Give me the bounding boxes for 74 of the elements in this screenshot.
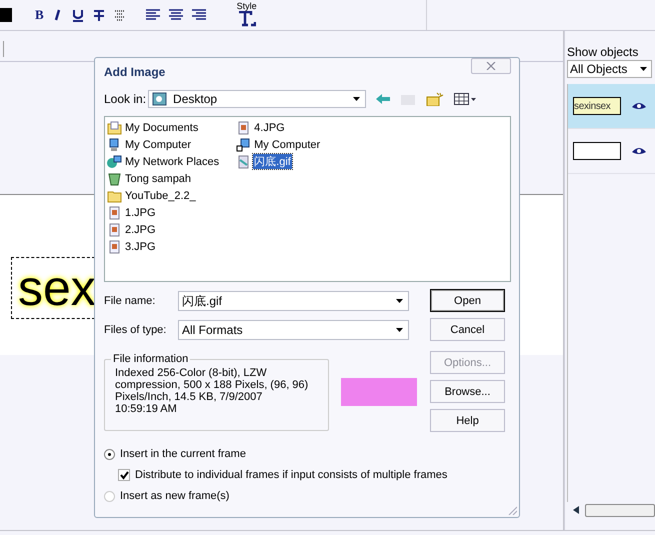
- computer-icon: [236, 138, 252, 152]
- desktop-icon: [152, 92, 168, 106]
- file-item[interactable]: 3.JPG: [107, 238, 220, 255]
- object-thumbnail: sexinsex: [573, 97, 621, 115]
- text-style-icon[interactable]: [238, 10, 256, 26]
- file-info-text: Pixels/Inch, 14.5 KB, 7/9/2007: [115, 391, 264, 403]
- color-swatch[interactable]: [0, 8, 12, 22]
- scroll-left-icon[interactable]: [573, 506, 579, 514]
- file-item[interactable]: My Network Places: [107, 153, 220, 170]
- file-item[interactable]: My Computer: [236, 136, 322, 153]
- file-item[interactable]: My Documents: [107, 119, 220, 136]
- folder-icon: [107, 188, 122, 202]
- bold-button[interactable]: B: [35, 8, 44, 22]
- option-label[interactable]: Insert in the current frame: [120, 448, 246, 460]
- file-item[interactable]: Tong sampah: [107, 170, 220, 187]
- image-file-icon: [107, 206, 122, 220]
- eye-icon[interactable]: [631, 101, 647, 111]
- dialog-button[interactable]: Help: [430, 409, 505, 432]
- file-information-label: File information: [112, 353, 190, 365]
- look-in-label: Look in:: [104, 92, 146, 106]
- option-label[interactable]: Insert as new frame(s): [120, 490, 230, 502]
- back-icon[interactable]: [376, 94, 390, 104]
- file-item[interactable]: My Computer: [107, 136, 220, 153]
- underline-icon[interactable]: [72, 8, 84, 22]
- image-file-icon: [107, 222, 122, 236]
- dialog-title: Add Image: [104, 65, 166, 79]
- image-file-icon: [236, 120, 252, 134]
- dialog-button[interactable]: Cancel: [430, 318, 505, 341]
- scrollbar-thumb[interactable]: [585, 504, 655, 516]
- file-info-text: Indexed 256-Color (8-bit), LZW: [115, 367, 268, 379]
- outline-text-icon[interactable]: [114, 9, 126, 21]
- recycle-bin-icon: [107, 172, 122, 186]
- file-type-label: Files of type:: [104, 324, 168, 336]
- folder-icon: [107, 120, 122, 134]
- file-info-text: 10:59:19 AM: [115, 403, 178, 415]
- italic-icon[interactable]: [52, 9, 63, 21]
- look-in-dropdown[interactable]: Desktop: [148, 90, 366, 108]
- align-left-icon[interactable]: [146, 9, 160, 21]
- checkbox[interactable]: [118, 469, 130, 481]
- file-type-dropdown[interactable]: All Formats: [178, 320, 409, 340]
- option-label[interactable]: Distribute to individual frames if input consists of multiple frames: [135, 469, 448, 481]
- align-center-icon[interactable]: [168, 9, 183, 21]
- file-item[interactable]: 闪底.gif: [236, 153, 322, 170]
- file-item[interactable]: YouTube_2.2_: [107, 187, 220, 204]
- file-item[interactable]: 2.JPG: [107, 221, 220, 238]
- new-folder-icon[interactable]: [426, 92, 444, 106]
- style-label: Style: [236, 2, 257, 10]
- image-file-icon: [236, 154, 252, 168]
- object-thumbnail: [573, 142, 621, 160]
- show-objects-label: Show objects: [566, 45, 640, 59]
- file-info-text: compression, 500 x 188 Pixels, (96, 96): [115, 379, 310, 391]
- strikethrough-icon[interactable]: [92, 8, 105, 22]
- file-item[interactable]: 1.JPG: [107, 204, 220, 221]
- dropdown-arrow-icon[interactable]: [640, 67, 647, 71]
- file-item[interactable]: 4.JPG: [236, 119, 322, 136]
- image-file-icon: [107, 240, 122, 254]
- radio-button[interactable]: [104, 490, 115, 502]
- align-right-icon[interactable]: [192, 9, 206, 21]
- objects-filter-dropdown[interactable]: All Objects: [567, 60, 652, 78]
- close-button[interactable]: [471, 58, 511, 74]
- close-icon: [486, 62, 496, 70]
- computer-icon: [107, 154, 122, 168]
- eye-icon[interactable]: [631, 146, 647, 156]
- view-menu-icon[interactable]: [454, 93, 476, 105]
- radio-button[interactable]: [104, 448, 115, 460]
- dialog-button[interactable]: Open: [430, 289, 505, 312]
- dialog-button[interactable]: Browse...: [430, 380, 505, 403]
- resize-grip-icon[interactable]: [507, 505, 517, 515]
- dropdown-arrow-icon[interactable]: [396, 299, 403, 303]
- file-name-field[interactable]: 闪底.gif: [178, 291, 409, 311]
- file-name-label: File name:: [104, 295, 156, 307]
- object-row[interactable]: sexinsex: [568, 84, 655, 129]
- dropdown-arrow-icon[interactable]: [396, 328, 403, 332]
- dropdown-arrow-icon[interactable]: [353, 97, 360, 101]
